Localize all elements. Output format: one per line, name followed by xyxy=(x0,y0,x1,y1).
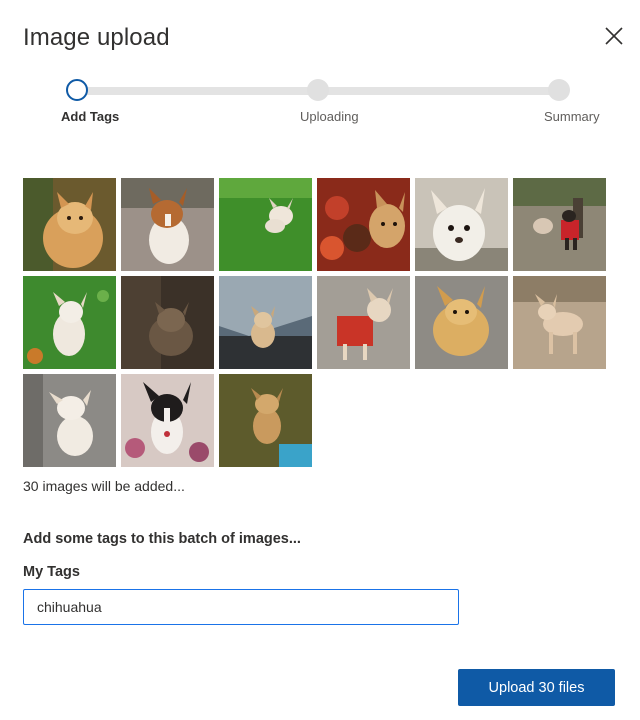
image-thumbnail xyxy=(415,178,508,271)
close-button[interactable] xyxy=(600,22,628,50)
tags-input[interactable] xyxy=(23,589,459,625)
step-add-tags-label: Add Tags xyxy=(61,109,120,124)
progress-stepper: Add Tags Uploading Summary xyxy=(0,78,640,128)
step-summary-indicator xyxy=(548,79,570,101)
step-uploading-indicator xyxy=(307,79,329,101)
step-summary-label: Summary xyxy=(544,109,600,124)
image-thumbnail xyxy=(23,276,116,369)
image-thumbnail xyxy=(513,276,606,369)
step-add-tags-indicator xyxy=(66,79,88,101)
image-upload-dialog: Image upload Add Tags Uploading Summary xyxy=(0,0,640,720)
step-uploading-label: Uploading xyxy=(300,109,359,124)
image-thumbnail xyxy=(121,374,214,467)
image-thumbnail xyxy=(121,178,214,271)
dialog-title: Image upload xyxy=(23,24,170,51)
tags-field-label: My Tags xyxy=(23,564,80,580)
image-thumbnail xyxy=(317,178,410,271)
image-thumbnail xyxy=(317,276,410,369)
image-thumbnail xyxy=(219,178,312,271)
image-thumbnail xyxy=(513,178,606,271)
image-thumbnail xyxy=(121,276,214,369)
image-thumbnail xyxy=(23,374,116,467)
tags-heading: Add some tags to this batch of images... xyxy=(23,531,301,547)
image-thumbnail xyxy=(23,178,116,271)
upload-files-button[interactable]: Upload 30 files xyxy=(458,669,615,706)
close-icon xyxy=(605,27,623,45)
image-thumbnail xyxy=(219,374,312,467)
image-count-text: 30 images will be added... xyxy=(23,478,185,494)
image-thumbnail xyxy=(219,276,312,369)
image-thumbnail xyxy=(415,276,508,369)
